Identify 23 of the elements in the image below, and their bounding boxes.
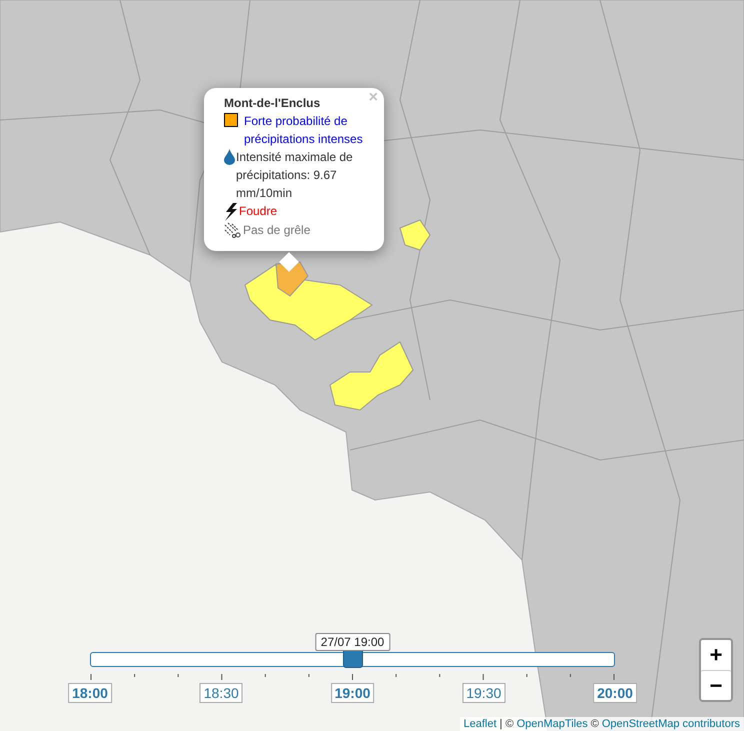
droplet-icon	[224, 149, 235, 165]
time-label[interactable]: 18:00	[68, 683, 112, 703]
attribution-text: ©	[590, 718, 599, 730]
attribution-text: | ©	[500, 718, 514, 730]
time-label[interactable]: 19:30	[462, 683, 506, 703]
attribution-link[interactable]: OpenStreetMap contributors	[602, 718, 740, 730]
lightning-text: Foudre	[239, 203, 278, 220]
highlighted-area[interactable]	[399, 219, 431, 251]
zoom-out-button[interactable]: −	[701, 670, 731, 700]
risk-text: Forte probabilité de précipitations intenses	[244, 113, 364, 148]
time-label[interactable]: 20:00	[593, 683, 637, 703]
highlighted-area[interactable]	[244, 264, 373, 341]
time-label[interactable]: 18:30	[200, 683, 243, 703]
popup-title: Mont-de-l'Enclus	[224, 95, 322, 112]
time-tooltip: 27/07 19:00	[314, 633, 390, 651]
intensity-text: Intensité maximale de précipitations: 9.67 mm/10min	[236, 149, 354, 202]
attribution-link[interactable]: OpenMapTiles	[516, 718, 588, 730]
hail-text: Pas de grêle	[243, 222, 310, 239]
hail-icon	[224, 222, 242, 238]
highlighted-area[interactable]	[329, 341, 414, 411]
attribution-link[interactable]: Leaflet	[464, 718, 497, 730]
lightning-icon	[224, 203, 238, 221]
time-label[interactable]: 19:00	[330, 683, 374, 703]
